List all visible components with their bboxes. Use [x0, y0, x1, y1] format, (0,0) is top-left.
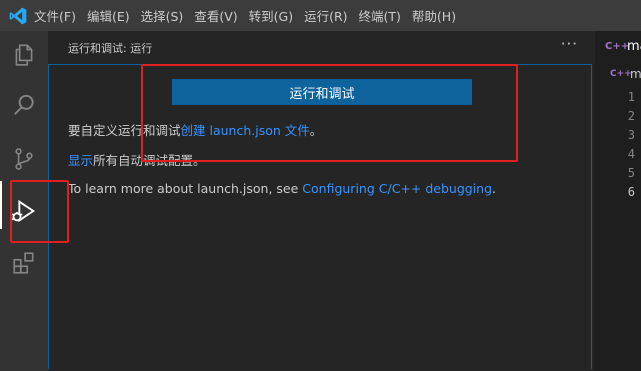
menu-selection[interactable]: 选择(S)	[141, 6, 184, 25]
menu-items: 文件(F) 编辑(E) 选择(S) 查看(V) 转到(G) 运行(R) 终端(T…	[34, 0, 467, 31]
files-icon	[15, 44, 33, 66]
menu-edit[interactable]: 编辑(E)	[87, 6, 130, 25]
explorer-button[interactable]	[0, 31, 48, 79]
more-actions-icon[interactable]: ···	[561, 35, 578, 53]
cpp-file-icon: C++	[605, 41, 630, 52]
menu-help[interactable]: 帮助(H)	[412, 6, 456, 25]
editor-area: C++ ma C++ m 1 2 3 4 5 6	[594, 31, 641, 371]
source-control-button[interactable]	[0, 135, 48, 183]
extensions-button[interactable]	[0, 239, 48, 287]
menu-view[interactable]: 查看(V)	[194, 6, 237, 25]
learn-more-text: To learn more about launch.json, see	[68, 181, 303, 196]
search-icon	[14, 94, 34, 115]
line-number: 4	[627, 147, 635, 161]
annotation-box-run-icon	[10, 180, 69, 243]
breadcrumb-cpp-icon: C++	[610, 69, 632, 79]
configuring-debugging-link[interactable]: Configuring C/C++ debugging	[302, 181, 492, 196]
show-link[interactable]: 显示	[68, 153, 93, 168]
learn-more-line: To learn more about launch.json, see Con…	[68, 181, 496, 196]
line-number: 6	[627, 185, 635, 199]
line-number: 2	[627, 109, 635, 123]
vscode-logo-icon	[9, 7, 27, 25]
source-control-icon	[15, 148, 33, 170]
line-number: 5	[627, 166, 635, 180]
line-number: 1	[627, 90, 635, 104]
menu-bar: 文件(F) 编辑(E) 选择(S) 查看(V) 转到(G) 运行(R) 终端(T…	[0, 0, 641, 31]
menu-terminal[interactable]: 终端(T)	[359, 6, 401, 25]
annotation-box-run-panel	[141, 64, 518, 162]
menu-run[interactable]: 运行(R)	[304, 6, 347, 25]
extensions-icon	[13, 252, 34, 274]
menu-go[interactable]: 转到(G)	[249, 6, 293, 25]
search-button[interactable]	[0, 81, 48, 129]
editor-tab[interactable]: C++ ma	[594, 31, 641, 66]
line-number: 3	[627, 128, 635, 142]
sidebar-title: 运行和调试: 运行	[68, 42, 153, 55]
learn-more-suffix: .	[492, 181, 497, 196]
breadcrumb[interactable]: m	[630, 67, 641, 81]
menu-file[interactable]: 文件(F)	[34, 6, 76, 25]
tab-label: ma	[627, 39, 641, 54]
